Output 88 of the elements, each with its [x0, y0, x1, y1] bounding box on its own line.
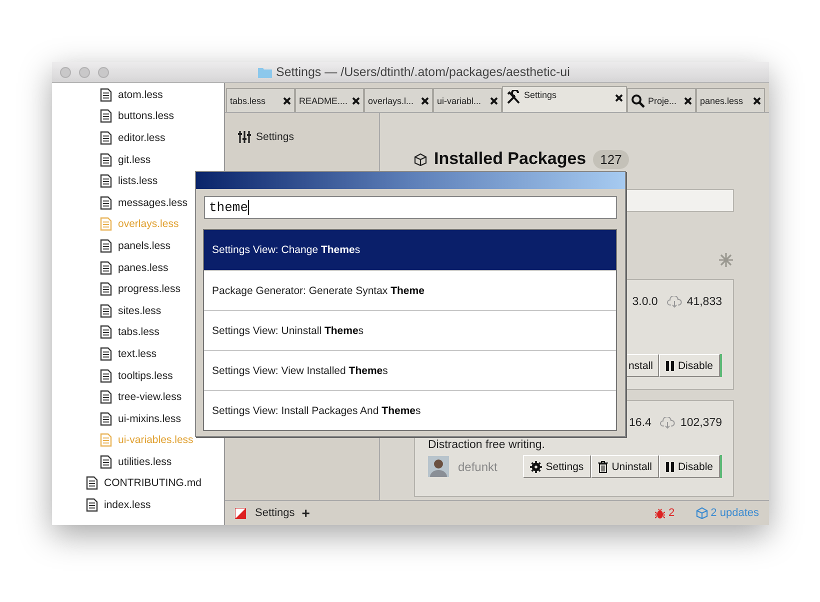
file-icon: [100, 368, 112, 383]
file-name[interactable]: progress.less: [118, 283, 180, 296]
file-icon: [100, 196, 112, 210]
download-icon: [666, 296, 682, 308]
file-name[interactable]: panes.less: [118, 262, 168, 274]
file-icon: [100, 260, 112, 275]
bug-icon[interactable]: [654, 508, 665, 518]
add-button[interactable]: +: [302, 505, 310, 521]
avatar-icon: [428, 456, 449, 477]
file-name[interactable]: git.less: [118, 154, 151, 166]
command-item[interactable]: Settings View: Install Packages And Themes: [204, 390, 616, 430]
file-name[interactable]: sites.less: [118, 304, 162, 317]
file-name[interactable]: utilities.less: [118, 456, 172, 468]
pause-icon: [666, 360, 674, 370]
command-item[interactable]: Settings View: Change Themes: [204, 230, 616, 270]
file-name[interactable]: buttons.less: [118, 110, 174, 122]
file-name[interactable]: index.less: [104, 499, 151, 512]
file-name[interactable]: tabs.less: [118, 326, 160, 338]
package-button[interactable]: Disable: [658, 455, 720, 478]
package-button[interactable]: Uninstall: [590, 455, 659, 478]
close-icon[interactable]: [352, 96, 360, 104]
file-icon: [100, 433, 112, 448]
tab[interactable]: Settings: [502, 86, 627, 112]
file-icon: [100, 152, 112, 167]
file-name[interactable]: editor.less: [118, 132, 166, 144]
file-icon: [100, 346, 112, 361]
pause-icon: [666, 462, 674, 472]
tab[interactable]: panes.less: [696, 88, 765, 112]
file-icon: [100, 238, 112, 253]
close-icon[interactable]: [684, 96, 692, 104]
tab[interactable]: overlays.l...: [364, 88, 433, 112]
file-name[interactable]: lists.less: [118, 175, 158, 188]
package-button[interactable]: Settings: [522, 455, 591, 478]
trash-icon: [598, 460, 608, 472]
count-badge: 127: [593, 150, 629, 168]
close-icon[interactable]: [421, 96, 429, 104]
tab[interactable]: tabs.less: [226, 88, 295, 112]
close-icon[interactable]: [283, 96, 291, 104]
download-icon: [660, 417, 676, 429]
package-button[interactable]: nstall: [627, 354, 659, 377]
file-name[interactable]: tree-view.less: [118, 391, 182, 404]
package-description: Distraction free writing.: [428, 439, 546, 453]
tab[interactable]: README....: [295, 88, 364, 112]
sliders-icon: [238, 131, 251, 143]
nav-item[interactable]: Settings: [238, 131, 379, 143]
file-icon: [100, 130, 112, 145]
file-name[interactable]: tooltips.less: [118, 370, 173, 382]
file-icon: [100, 412, 112, 426]
file-icon: [100, 304, 112, 318]
square-icon[interactable]: [235, 508, 246, 518]
package-icon: [414, 152, 427, 166]
file-icon: [86, 476, 98, 490]
search-icon: [631, 94, 645, 108]
file-name[interactable]: messages.less: [118, 196, 188, 209]
status-label[interactable]: Settings: [255, 507, 295, 519]
close-icon[interactable]: [490, 96, 498, 104]
file-name[interactable]: text.less: [118, 348, 157, 360]
file-icon: [100, 390, 112, 404]
file-icon: [100, 454, 112, 469]
file-icon: [100, 282, 112, 296]
command-input[interactable]: theme: [204, 196, 617, 219]
tab[interactable]: Proje...: [627, 88, 696, 112]
file-name[interactable]: panels.less: [118, 240, 171, 252]
file-name[interactable]: CONTRIBUTING.md: [104, 477, 202, 490]
close-icon[interactable]: [753, 96, 761, 104]
close-icon[interactable]: [615, 94, 623, 102]
file-icon: [100, 174, 112, 188]
version-text: 3.0.0: [632, 296, 658, 308]
file-icon: [100, 325, 112, 340]
command-item[interactable]: Package Generator: Generate Syntax Theme: [204, 270, 616, 310]
gear-icon: [530, 460, 542, 472]
file-name[interactable]: atom.less: [118, 88, 163, 101]
command-item[interactable]: Settings View: View Installed Themes: [204, 350, 616, 390]
file-name[interactable]: ui-mixins.less: [118, 412, 182, 425]
package-button[interactable]: Disable: [658, 354, 720, 377]
tab[interactable]: ui-variabl...: [433, 88, 502, 112]
version-text: 16.4: [629, 417, 652, 429]
tools-icon: [506, 90, 521, 105]
window-title: Settings — /Users/dtinth/.atom/packages/aesthetic-ui: [276, 65, 570, 79]
command-item[interactable]: Settings View: Uninstall Themes: [204, 310, 616, 350]
file-icon: [100, 109, 112, 124]
download-count: 102,379: [680, 417, 722, 429]
file-icon: [100, 88, 112, 102]
section-heading: Installed Packages: [434, 149, 586, 169]
folder-icon: [258, 66, 272, 78]
file-icon: [86, 498, 98, 512]
file-icon: [100, 217, 112, 232]
download-count: 41,833: [686, 296, 722, 308]
